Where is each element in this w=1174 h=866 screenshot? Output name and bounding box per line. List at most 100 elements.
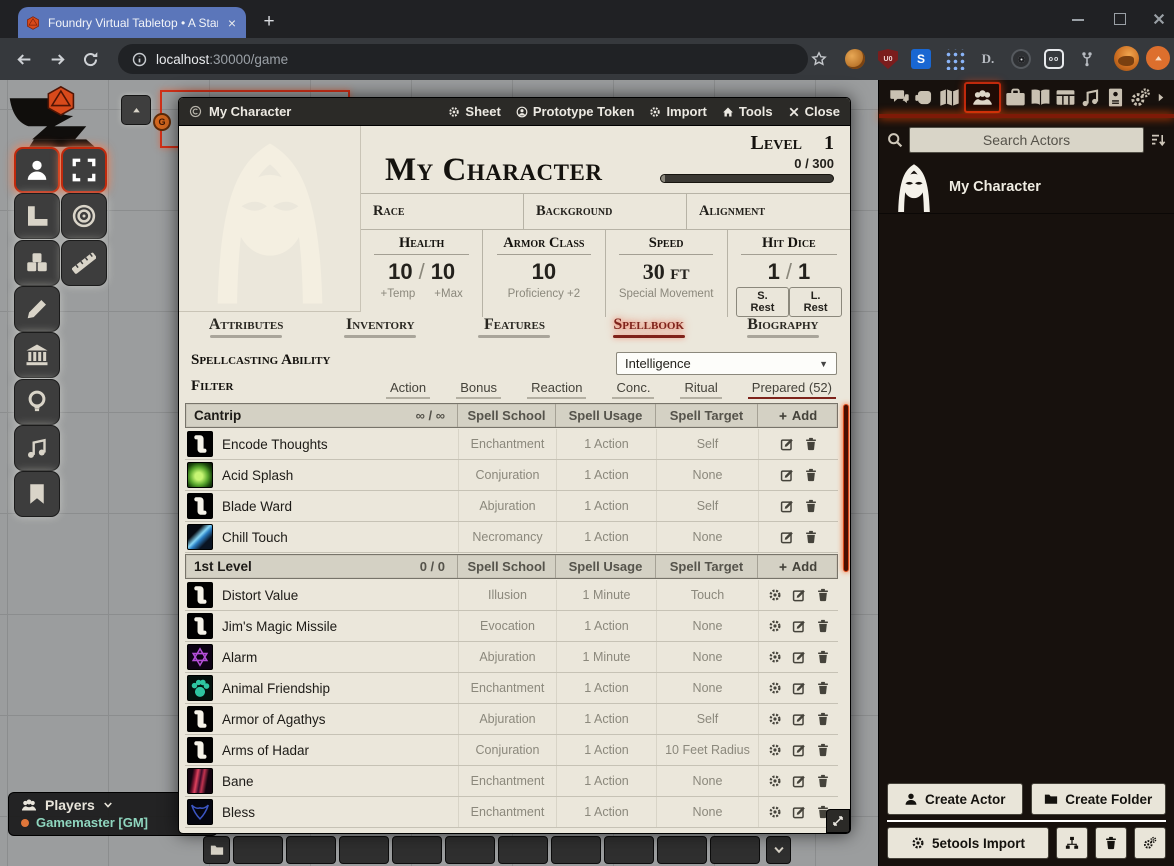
spell-icon-bane[interactable] bbox=[187, 768, 213, 794]
speed-value[interactable]: 30 ft bbox=[606, 259, 727, 285]
spell-icon-scroll[interactable] bbox=[187, 737, 213, 763]
spell-icon-bless[interactable] bbox=[187, 799, 213, 825]
edit-icon[interactable] bbox=[792, 619, 806, 633]
ublock-extension-icon[interactable]: U0 bbox=[878, 49, 898, 69]
spell-row[interactable]: Distort ValueIllusion1 MinuteTouch bbox=[185, 580, 838, 611]
macro-slot[interactable] bbox=[286, 836, 336, 864]
spell-icon-scroll[interactable] bbox=[187, 431, 213, 457]
spell-settings-icon[interactable] bbox=[768, 650, 782, 664]
spell-row[interactable]: Jim's Magic MissileEvocation1 ActionNone bbox=[185, 611, 838, 642]
temp-hp-button[interactable]: +Temp bbox=[380, 288, 415, 300]
trash-icon[interactable] bbox=[804, 437, 818, 451]
ac-value[interactable]: 10 bbox=[483, 259, 604, 285]
hp-current[interactable]: 10 bbox=[388, 259, 412, 284]
window-resize-handle[interactable] bbox=[826, 809, 850, 833]
filter-conc-[interactable]: Conc. bbox=[612, 380, 654, 399]
xp-value[interactable]: 0 / 300 bbox=[660, 156, 834, 171]
sidebar-tab-actors[interactable] bbox=[964, 82, 1001, 113]
site-info-icon[interactable] bbox=[132, 52, 147, 67]
section-slots[interactable]: ∞ / ∞ bbox=[416, 408, 457, 423]
hd-current[interactable]: 1 bbox=[768, 259, 780, 284]
fork-extension-icon[interactable] bbox=[1077, 49, 1097, 69]
select-tool-button[interactable] bbox=[61, 147, 107, 193]
spell-row[interactable]: AlarmAbjuration1 MinuteNone bbox=[185, 642, 838, 673]
wall-tools-button[interactable] bbox=[14, 332, 60, 378]
spell-settings-icon[interactable] bbox=[768, 712, 782, 726]
edit-icon[interactable] bbox=[780, 530, 794, 544]
sidebar-collapse-button[interactable] bbox=[1155, 92, 1166, 103]
template-tool-button[interactable] bbox=[61, 193, 107, 239]
trash-icon[interactable] bbox=[816, 743, 830, 757]
spellcasting-ability-select[interactable]: Intelligence ▼ bbox=[616, 352, 837, 375]
measurement-controls-button[interactable] bbox=[14, 193, 60, 239]
5etools-import-button[interactable]: 5etools Import bbox=[887, 827, 1049, 859]
sound-tools-button[interactable] bbox=[14, 425, 60, 471]
hotbar-page-down-button[interactable] bbox=[766, 836, 791, 864]
level-value[interactable]: 1 bbox=[824, 132, 834, 155]
filter-action[interactable]: Action bbox=[386, 380, 430, 399]
special-movement-button[interactable]: Special Movement bbox=[606, 288, 727, 300]
spell-row[interactable]: Chill TouchNecromancy1 ActionNone bbox=[185, 522, 838, 553]
background-field[interactable]: Background bbox=[524, 194, 687, 229]
sidebar-tab-items[interactable] bbox=[1005, 87, 1026, 108]
hp-max[interactable]: 10 bbox=[431, 259, 455, 284]
macro-slot[interactable] bbox=[339, 836, 389, 864]
close-button[interactable]: Close bbox=[788, 104, 840, 119]
edit-icon[interactable] bbox=[792, 681, 806, 695]
dice-tool-button[interactable] bbox=[14, 240, 60, 286]
trash-icon[interactable] bbox=[804, 468, 818, 482]
tab-inventory[interactable]: Inventory bbox=[313, 316, 447, 345]
spell-settings-icon[interactable] bbox=[768, 619, 782, 633]
directory-settings-button[interactable] bbox=[1134, 827, 1166, 859]
spell-row[interactable]: Animal FriendshipEnchantment1 ActionNone bbox=[185, 673, 838, 704]
edit-icon[interactable] bbox=[792, 774, 806, 788]
alignment-field[interactable]: Alignment bbox=[687, 194, 850, 229]
container-extension-icon[interactable]: oo bbox=[1044, 49, 1064, 69]
lighting-tools-button[interactable] bbox=[14, 379, 60, 425]
long-rest-button[interactable]: L. Rest bbox=[789, 287, 842, 317]
bookmark-star-icon[interactable] bbox=[811, 51, 827, 67]
notes-tools-button[interactable] bbox=[14, 471, 60, 517]
spell-icon-scroll[interactable] bbox=[187, 493, 213, 519]
filter-bonus[interactable]: Bonus bbox=[456, 380, 501, 399]
trash-icon[interactable] bbox=[816, 681, 830, 695]
spell-name[interactable]: Encode Thoughts bbox=[222, 437, 328, 452]
window-close-icon[interactable] bbox=[1152, 12, 1166, 26]
spell-icon-acid-splash[interactable] bbox=[187, 462, 213, 488]
trash-icon[interactable] bbox=[816, 588, 830, 602]
trash-icon[interactable] bbox=[804, 499, 818, 513]
spell-name[interactable]: Bane bbox=[222, 774, 254, 789]
sidebar-tab-tables[interactable] bbox=[1055, 87, 1076, 108]
spell-settings-icon[interactable] bbox=[768, 588, 782, 602]
macro-slot[interactable] bbox=[233, 836, 283, 864]
spell-row[interactable]: Arms of HadarConjuration1 Action10 Feet … bbox=[185, 735, 838, 766]
spell-icon-scroll[interactable] bbox=[187, 582, 213, 608]
actor-list-item[interactable]: My Character bbox=[879, 160, 1174, 214]
grid-extension-icon[interactable] bbox=[944, 49, 965, 70]
max-hp-button[interactable]: +Max bbox=[434, 288, 462, 300]
actor-name[interactable]: My Character bbox=[949, 179, 1041, 195]
new-tab-button[interactable]: + bbox=[256, 9, 282, 35]
character-name[interactable]: My Character bbox=[385, 152, 602, 189]
url-bar[interactable]: localhost :30000/game bbox=[118, 44, 808, 74]
spell-row[interactable]: BlessEnchantment1 ActionNone bbox=[185, 797, 838, 828]
spell-icon-scroll[interactable] bbox=[187, 706, 213, 732]
spell-name[interactable]: Alarm bbox=[222, 650, 257, 665]
sidebar-tab-chat[interactable] bbox=[889, 87, 910, 108]
edit-icon[interactable] bbox=[780, 468, 794, 482]
spell-icon-chill-touch[interactable] bbox=[187, 524, 213, 550]
spell-name[interactable]: Jim's Magic Missile bbox=[222, 619, 337, 634]
sidebar-tab-compendium[interactable] bbox=[1105, 87, 1126, 108]
spell-icon-animal-friendship[interactable] bbox=[187, 675, 213, 701]
edit-icon[interactable] bbox=[792, 805, 806, 819]
create-folder-button[interactable]: Create Folder bbox=[1031, 783, 1167, 815]
macro-slot[interactable] bbox=[392, 836, 442, 864]
section-slots[interactable]: 0 / 0 bbox=[420, 559, 457, 574]
import-button[interactable]: Import bbox=[649, 104, 706, 119]
character-portrait[interactable] bbox=[179, 126, 361, 312]
macro-slot[interactable] bbox=[710, 836, 760, 864]
add-spell-button[interactable]: Add bbox=[757, 555, 837, 578]
add-spell-button[interactable]: Add bbox=[757, 404, 837, 427]
eye-extension-icon[interactable] bbox=[1011, 49, 1031, 69]
spell-row[interactable]: BaneEnchantment1 ActionNone bbox=[185, 766, 838, 797]
